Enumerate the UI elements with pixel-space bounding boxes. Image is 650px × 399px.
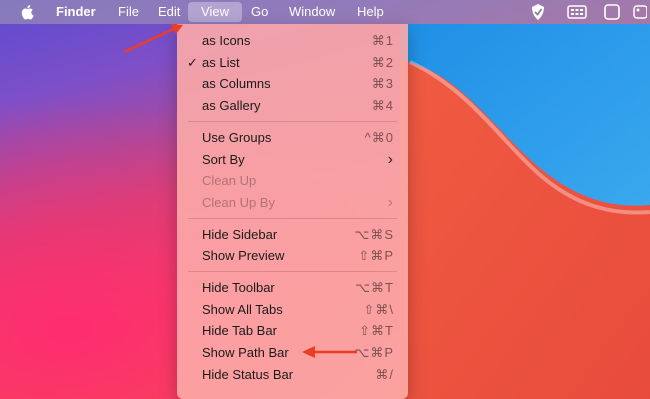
arrow-to-view-menu (123, 24, 183, 54)
arrow-to-show-path-bar (302, 346, 357, 358)
annotation-arrows (123, 24, 357, 358)
